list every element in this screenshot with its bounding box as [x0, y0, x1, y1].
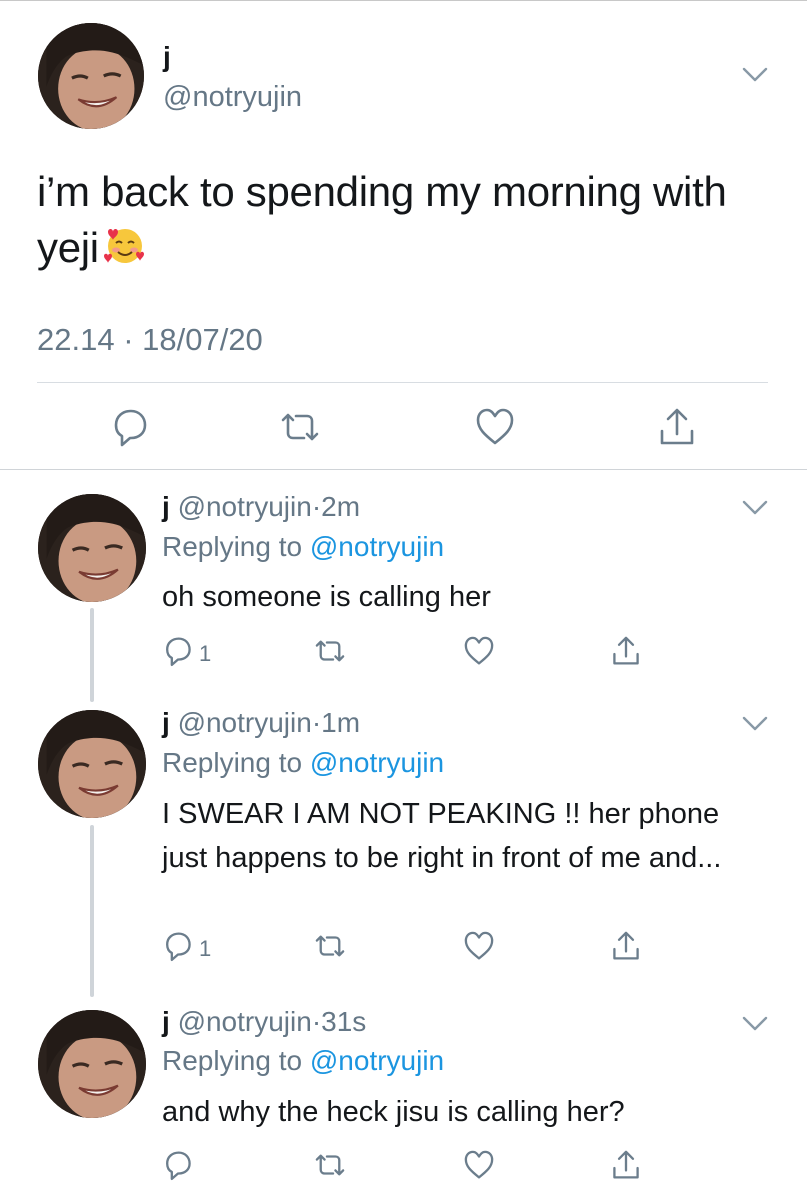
like-icon[interactable]	[462, 1148, 496, 1182]
main-tweet: j @notryujin i’m back to spending my mor…	[0, 0, 807, 470]
reply-text: oh someone is calling her	[162, 581, 491, 613]
reply-count: 1	[199, 936, 212, 961]
share-icon[interactable]	[609, 1148, 643, 1182]
author-name[interactable]: j	[163, 42, 171, 72]
chevron-down-icon[interactable]	[742, 500, 768, 516]
author-handle[interactable]: @notryujin	[178, 491, 312, 522]
smiling-face-with-hearts-icon	[103, 224, 147, 268]
retweet-icon[interactable]	[278, 405, 322, 449]
chevron-down-icon[interactable]	[742, 67, 768, 83]
share-icon[interactable]	[609, 929, 643, 963]
author-name[interactable]: j	[162, 491, 170, 522]
reply-icon[interactable]	[161, 929, 195, 963]
section-divider	[0, 469, 807, 470]
reply-text: and why the heck jisu is calling her?	[162, 1096, 625, 1128]
avatar[interactable]	[38, 23, 144, 129]
retweet-icon[interactable]	[313, 929, 347, 963]
time-ago[interactable]: 1m	[321, 707, 360, 738]
replying-prefix: Replying to	[162, 531, 303, 562]
divider	[37, 382, 768, 383]
share-icon[interactable]	[655, 405, 699, 449]
replying-to: Replying to @notryujin	[162, 530, 444, 564]
share-icon[interactable]	[609, 634, 643, 668]
replying-to: Replying to @notryujin	[162, 1044, 444, 1078]
reply-icon[interactable]	[108, 405, 152, 449]
retweet-icon[interactable]	[313, 634, 347, 668]
like-icon[interactable]	[462, 929, 496, 963]
author-handle[interactable]: @notryujin	[178, 707, 312, 738]
thread-line	[90, 608, 94, 702]
tweet-text: i’m back to spending my morning with yej…	[37, 164, 777, 276]
reply-count: 1	[199, 641, 212, 666]
replying-to-link[interactable]: @notryujin	[310, 1045, 444, 1076]
retweet-icon[interactable]	[313, 1148, 347, 1182]
replying-to: Replying to @notryujin	[162, 746, 444, 780]
chevron-down-icon[interactable]	[742, 716, 768, 732]
reply-icon[interactable]	[161, 634, 195, 668]
avatar[interactable]	[38, 1010, 146, 1118]
author-handle[interactable]: @notryujin	[163, 80, 302, 114]
replying-to-link[interactable]: @notryujin	[310, 747, 444, 778]
author-name[interactable]: j	[162, 707, 170, 738]
separator: ·	[311, 1006, 322, 1037]
author-name[interactable]: j	[162, 1006, 170, 1037]
like-icon[interactable]	[462, 634, 496, 668]
chevron-down-icon[interactable]	[742, 1016, 768, 1032]
time-ago[interactable]: 2m	[321, 491, 360, 522]
reply-header: j @notryujin·31s	[162, 1005, 366, 1039]
replying-prefix: Replying to	[162, 1045, 303, 1076]
reply-icon[interactable]	[161, 1148, 195, 1182]
avatar[interactable]	[38, 710, 146, 818]
thread-line	[90, 825, 94, 997]
reply-header: j @notryujin·1m	[162, 706, 360, 740]
replying-to-link[interactable]: @notryujin	[310, 531, 444, 562]
tweet-timestamp[interactable]: 22.14 · 18/07/20	[37, 322, 263, 358]
reply-header: j @notryujin·2m	[162, 490, 360, 524]
replying-prefix: Replying to	[162, 747, 303, 778]
reply-text: I SWEAR I AM NOT PEAKING !! her phone ju…	[162, 798, 722, 874]
separator: ·	[311, 707, 322, 738]
avatar[interactable]	[38, 494, 146, 602]
like-icon[interactable]	[473, 405, 517, 449]
author-handle[interactable]: @notryujin	[178, 1006, 312, 1037]
separator: ·	[311, 491, 322, 522]
time-ago[interactable]: 31s	[321, 1006, 366, 1037]
